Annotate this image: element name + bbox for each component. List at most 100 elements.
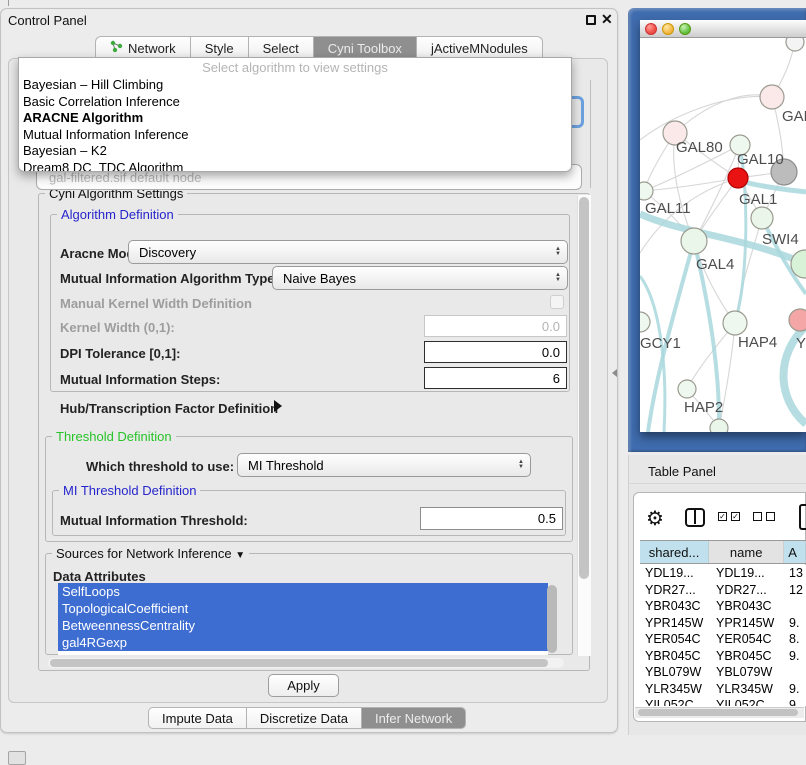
table-row[interactable]: YBL079WYBL079W [640, 664, 806, 681]
table-cell: YPR145W [640, 615, 710, 632]
algorithm-option-bayesian-hill-climbing[interactable]: Bayesian – Hill Climbing [19, 77, 571, 94]
tab-impute-data[interactable]: Impute Data [148, 707, 246, 729]
table-cell: YDR27... [710, 582, 786, 599]
table-row[interactable]: YBR043CYBR043C [640, 598, 806, 615]
apply-button[interactable]: Apply [268, 674, 339, 697]
algorithm-option-bayesian-k2[interactable]: Bayesian – K2 [19, 143, 571, 160]
algorithm-option-dream8-dc-tdc-algorithm[interactable]: Dream8 DC_TDC Algorithm [19, 160, 571, 172]
gear-icon[interactable]: ⚙ [646, 506, 664, 531]
kernel-width-field[interactable]: 0.0 [424, 315, 567, 337]
table-cell: YBL079W [640, 664, 710, 681]
which-threshold-combo[interactable]: MI Threshold ▲▼ [237, 453, 531, 477]
table-row[interactable]: YER054CYER054C8. [640, 631, 806, 648]
minimize-traffic-light-icon[interactable] [662, 23, 674, 35]
aracne-mode-combo[interactable]: Discovery ▲▼ [128, 240, 568, 264]
zoom-traffic-light-icon[interactable] [679, 23, 691, 35]
data-attributes-label: Data Attributes [53, 569, 146, 584]
mi-threshold-field[interactable]: 0.5 [420, 507, 563, 530]
collapse-arrow-icon[interactable]: ▼ [235, 550, 245, 561]
node-hap2[interactable] [678, 380, 696, 398]
deselect-all-checkbox-icon[interactable] [753, 512, 762, 521]
close-traffic-light-icon[interactable] [645, 23, 657, 35]
algorithm-option-aracne-algorithm[interactable]: ARACNE Algorithm [19, 110, 571, 127]
node-y-salmon[interactable] [789, 309, 806, 331]
mi-type-label: Mutual Information Algorithm Type: [60, 271, 279, 286]
node-label-hap2: HAP2 [684, 399, 723, 416]
expand-arrow-icon[interactable] [274, 400, 282, 412]
node-label-gcy1: GCY1 [640, 335, 681, 352]
table-cell: YLR345W [640, 681, 710, 698]
splitter-collapse-icon[interactable] [612, 369, 617, 377]
tab-select[interactable]: Select [248, 36, 313, 59]
manual-kernel-checkbox[interactable] [550, 295, 564, 309]
attribute-item-gal4rgexp[interactable]: gal4RGexp [58, 634, 548, 651]
tab-style[interactable]: Style [190, 36, 248, 59]
attribute-item-topologicalcoefficient[interactable]: TopologicalCoefficient [58, 600, 548, 617]
node-gal11[interactable] [640, 182, 653, 200]
node-label-gal80: GAL80 [676, 139, 723, 156]
dpi-tolerance-field[interactable]: 0.0 [424, 341, 567, 363]
node-label-gal10: GAL10 [737, 151, 784, 168]
tab-network[interactable]: Network [95, 36, 190, 59]
algorithm-option-basic-correlation-inference[interactable]: Basic Correlation Inference [19, 94, 571, 111]
attributes-scrollbar-thumb[interactable] [547, 585, 557, 653]
table-cell: YIL052C [640, 697, 710, 706]
mi-threshold-label: Mutual Information Threshold: [60, 513, 248, 528]
table-row[interactable]: YPR145WYPR145W9. [640, 615, 806, 632]
network-selector-value: gal-filtered.sif default node [49, 170, 201, 185]
minimized-panel-icon[interactable] [8, 751, 26, 765]
tab-jactivemnodules[interactable]: jActiveMNodules [416, 36, 543, 59]
node-gal-pink[interactable] [760, 85, 784, 109]
node-swi4[interactable] [751, 207, 773, 229]
node-gal1-red[interactable] [728, 168, 748, 188]
show-columns-icon[interactable] [685, 508, 705, 527]
which-threshold-value: MI Threshold [248, 458, 324, 473]
hub-definition-label[interactable]: Hub/Transcription Factor Definition [60, 401, 278, 416]
table-row[interactable]: YDR27...YDR27...12 [640, 582, 806, 599]
node-gal4[interactable] [681, 228, 707, 254]
table-cell: YIL052C [710, 697, 786, 706]
mi-type-combo[interactable]: Naive Bayes ▲▼ [272, 266, 568, 290]
network-edge[interactable] [640, 96, 772, 140]
attribute-item-selfloops[interactable]: SelfLoops [58, 583, 548, 600]
table-row[interactable]: YIL052CYIL052C9 [640, 697, 806, 706]
column-header-name[interactable]: name [709, 541, 784, 563]
network-edge[interactable] [694, 145, 740, 241]
table-row[interactable]: YBR045CYBR045C9. [640, 648, 806, 665]
node-top-partial[interactable] [786, 38, 804, 51]
attribute-item-betweennesscentrality[interactable]: BetweennessCentrality [58, 617, 548, 634]
column-header-shared[interactable]: shared... [640, 541, 709, 563]
node-hap4[interactable] [723, 311, 747, 335]
settings-hscrollbar-thumb[interactable] [50, 659, 548, 667]
tab-infer-network[interactable]: Infer Network [361, 707, 466, 729]
table-body: YDL19...YDL19...13YDR27...YDR27...12YBR0… [640, 565, 806, 706]
select-all-checkbox-icon[interactable]: ✓ [718, 512, 727, 521]
node-label-gal11: GAL11 [645, 200, 691, 217]
table-cell: YDR27... [640, 582, 710, 599]
settings-scrollbar-thumb[interactable] [579, 197, 589, 579]
float-window-icon[interactable] [586, 15, 596, 25]
table-row[interactable]: YDL19...YDL19...13 [640, 565, 806, 582]
table-row[interactable]: YLR345WYLR345W9. [640, 681, 806, 698]
node-bottom-partial[interactable] [710, 419, 728, 432]
table-hscrollbar-thumb[interactable] [638, 709, 798, 716]
data-attributes-list: SelfLoopsTopologicalCoefficientBetweenne… [58, 583, 548, 655]
algorithm-dropdown-list: Select algorithm to view settings Bayesi… [18, 57, 572, 172]
node-label-gal1: GAL1 [739, 191, 777, 208]
export-table-icon[interactable] [799, 504, 806, 530]
column-header-a[interactable]: A [784, 541, 806, 563]
algorithm-dropdown-placeholder: Select algorithm to view settings [19, 58, 571, 77]
spinner-arrows-icon: ▲▼ [518, 454, 524, 476]
mi-steps-field[interactable]: 6 [424, 367, 567, 389]
algorithm-option-mutual-information-inference[interactable]: Mutual Information Inference [19, 127, 571, 144]
close-icon[interactable]: ✕ [601, 11, 613, 28]
network-canvas[interactable]: GALGAL80GAL10GAL1GAL11SWI4GAL4GCY1HAP4YH… [640, 38, 806, 432]
tab-cyni-toolbox[interactable]: Cyni Toolbox [313, 36, 416, 59]
table-cell [786, 598, 806, 615]
deselect-all-checkbox-icon[interactable] [766, 512, 775, 521]
tab-discretize-data[interactable]: Discretize Data [246, 707, 361, 729]
node-gcy1[interactable] [640, 312, 650, 332]
tab-label: Style [205, 41, 234, 56]
network-edge[interactable] [694, 241, 735, 323]
select-all-checkbox-icon[interactable]: ✓ [731, 512, 740, 521]
